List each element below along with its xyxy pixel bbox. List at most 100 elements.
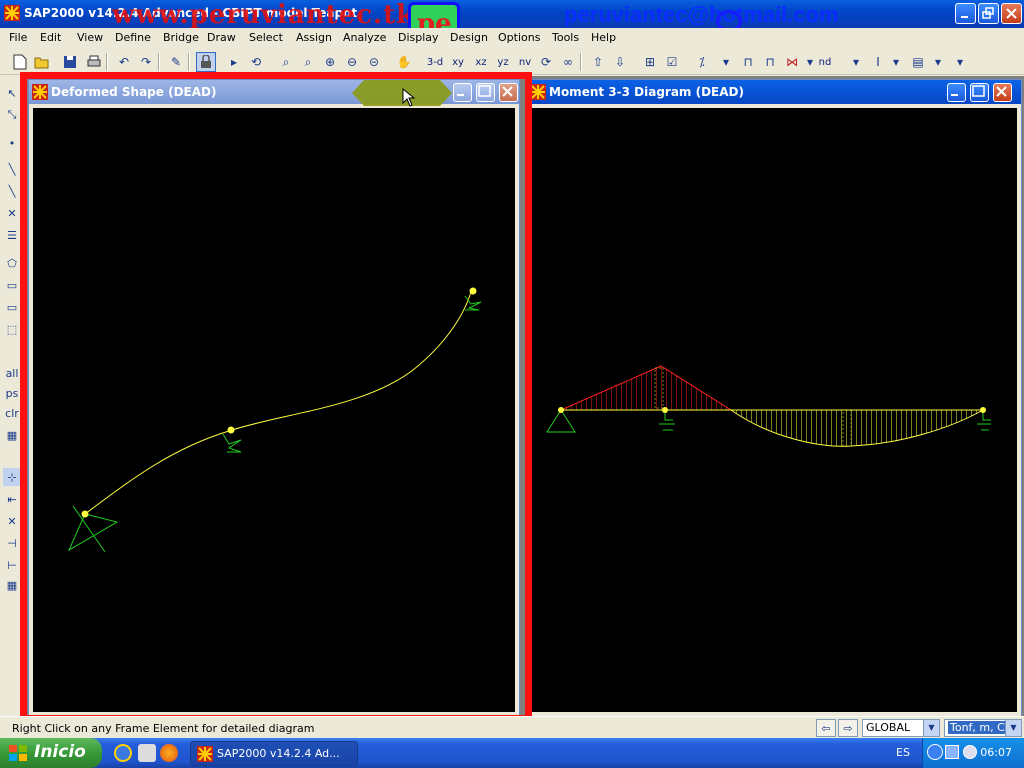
draw-poly-area-button[interactable]: ⬠ (3, 254, 21, 272)
pointer-button[interactable]: ↖ (3, 84, 21, 102)
open-button[interactable] (32, 52, 52, 72)
child-minimize-button[interactable] (947, 83, 966, 102)
table-dropdown[interactable]: ▾ (928, 52, 948, 72)
menu-define[interactable]: Define (115, 31, 151, 44)
select-all-button[interactable]: all (3, 364, 21, 382)
child-close-button[interactable] (993, 83, 1012, 102)
draw-frame-button[interactable]: ╲ (3, 160, 21, 178)
close-button[interactable] (1001, 3, 1022, 24)
deformed-shape-canvas[interactable] (33, 108, 515, 712)
restore-button[interactable] (978, 3, 999, 24)
moment-diagram-titlebar[interactable]: Moment 3-3 Diagram (DEAD) (527, 80, 1021, 104)
intersecting-line-button[interactable]: ▦ (3, 426, 21, 444)
menu-view[interactable]: View (77, 31, 103, 44)
start-button[interactable]: Inicio (0, 738, 102, 768)
refresh-window-button[interactable]: ✎ (166, 52, 186, 72)
move-down-button[interactable]: ⇩ (610, 52, 630, 72)
moment-diagram-canvas[interactable] (531, 108, 1017, 712)
internet-explorer-icon[interactable] (114, 744, 132, 762)
child-minimize-button[interactable] (453, 83, 472, 102)
frame-shape-button[interactable]: ⊓ (738, 52, 758, 72)
rotate-3d-button[interactable]: ⟳ (536, 52, 556, 72)
quick-draw-area-button[interactable]: ▭ (3, 298, 21, 316)
new-model-button[interactable] (10, 52, 30, 72)
zoom-window-button[interactable]: ⌕ (276, 52, 296, 72)
snap-button[interactable]: ⁒ (692, 52, 712, 72)
menu-tools[interactable]: Tools (552, 31, 579, 44)
minimize-button[interactable] (955, 3, 976, 24)
view-nv-button[interactable]: nv (514, 52, 536, 72)
tray-expand-icon[interactable] (927, 744, 943, 760)
menu-assign[interactable]: Assign (296, 31, 332, 44)
firefox-icon[interactable] (160, 744, 178, 762)
menu-bridge[interactable]: Bridge (163, 31, 199, 44)
draw-joint-button[interactable]: • (3, 134, 21, 152)
zoom-out-button[interactable]: ⊖ (342, 52, 362, 72)
menu-file[interactable]: File (9, 31, 27, 44)
snap-intersections-button[interactable]: ✕ (3, 512, 21, 530)
snap-ends-button[interactable]: ⇤ (3, 490, 21, 508)
snap-perpendicular-button[interactable]: ⊣ (3, 534, 21, 552)
menu-edit[interactable]: Edit (40, 31, 61, 44)
previous-selection-button[interactable]: ps (3, 384, 21, 402)
title-bar[interactable]: SAP2000 v14.2.4 Advanced - CBIPT model T… (0, 0, 1024, 48)
menu-draw[interactable]: Draw (207, 31, 236, 44)
toolbar-overflow-button[interactable]: ▾ (950, 52, 970, 72)
pan-button[interactable]: ✋ (394, 52, 414, 72)
section-dropdown[interactable]: ▾ (886, 52, 906, 72)
snap-joints-button[interactable]: ⊹ (3, 468, 21, 486)
menu-help[interactable]: Help (591, 31, 616, 44)
view-3d-button[interactable]: 3-d (424, 52, 446, 72)
draw-solid-button[interactable]: ⬚ (3, 320, 21, 338)
child-maximize-button[interactable] (476, 83, 495, 102)
reshape-button[interactable]: ⤡ (3, 106, 21, 124)
next-view-button[interactable]: ⇨ (838, 719, 858, 737)
clear-selection-button[interactable]: clr (3, 404, 21, 422)
forces-button[interactable]: ⋈ (782, 52, 802, 72)
menu-options[interactable]: Options (498, 31, 540, 44)
previous-zoom-button[interactable]: ⊝ (364, 52, 384, 72)
draw-rect-area-button[interactable]: ▭ (3, 276, 21, 294)
units-select[interactable]: Tonf, m, C ▼ (944, 719, 1022, 737)
draw-braces-button[interactable]: ✕ (3, 204, 21, 222)
language-indicator[interactable]: ES (896, 746, 910, 759)
child-maximize-button[interactable] (970, 83, 989, 102)
run-analysis-button[interactable]: ▸ (224, 52, 244, 72)
section-designer-button[interactable]: I (868, 52, 888, 72)
deformed-shape-button[interactable]: ⊓ (760, 52, 780, 72)
perspective-button[interactable]: ∞ (558, 52, 578, 72)
child-close-button[interactable] (499, 83, 518, 102)
moment-diagram-window[interactable]: Moment 3-3 Diagram (DEAD) (526, 79, 1022, 717)
windows-explorer-icon[interactable] (138, 744, 156, 762)
zoom-in-button[interactable]: ⊕ (320, 52, 340, 72)
menu-select[interactable]: Select (249, 31, 283, 44)
print-button[interactable] (84, 52, 104, 72)
menu-analyze[interactable]: Analyze (343, 31, 386, 44)
display-table-button[interactable]: ▤ (908, 52, 928, 72)
redo-button[interactable]: ↷ (136, 52, 156, 72)
nd-button[interactable]: nd (814, 52, 836, 72)
volume-icon[interactable] (963, 745, 977, 759)
set-display-options-button[interactable]: ⊞ (640, 52, 660, 72)
snap-fine-grid-button[interactable]: ▦ (3, 576, 21, 594)
previous-view-button[interactable]: ⇦ (816, 719, 836, 737)
network-icon[interactable] (945, 745, 959, 759)
taskbar-sap2000-button[interactable]: SAP2000 v14.2.4 Ad... (190, 741, 358, 766)
quick-draw-frame-button[interactable]: ╲ (3, 182, 21, 200)
restore-full-view-button[interactable]: ⌕ (298, 52, 318, 72)
snap-lines-button[interactable]: ⊢ (3, 556, 21, 574)
toolbar-overflow-button[interactable]: ▾ (716, 52, 736, 72)
save-button[interactable] (60, 52, 80, 72)
view-yz-button[interactable]: yz (492, 52, 514, 72)
move-up-button[interactable]: ⇧ (588, 52, 608, 72)
clock[interactable]: 06:07 (980, 746, 1012, 759)
draw-secondary-beams-button[interactable]: ☰ (3, 226, 21, 244)
view-xz-button[interactable]: xz (470, 52, 492, 72)
undo-button[interactable]: ↶ (114, 52, 134, 72)
menu-design[interactable]: Design (450, 31, 488, 44)
assign-checkbox-button[interactable]: ☑ (662, 52, 682, 72)
view-xy-button[interactable]: xy (447, 52, 469, 72)
coordinate-system-select[interactable]: GLOBAL ▼ (862, 719, 940, 737)
toolbar-overflow-button[interactable]: ▾ (846, 52, 866, 72)
rubber-band-zoom-button[interactable]: ⟲ (246, 52, 266, 72)
